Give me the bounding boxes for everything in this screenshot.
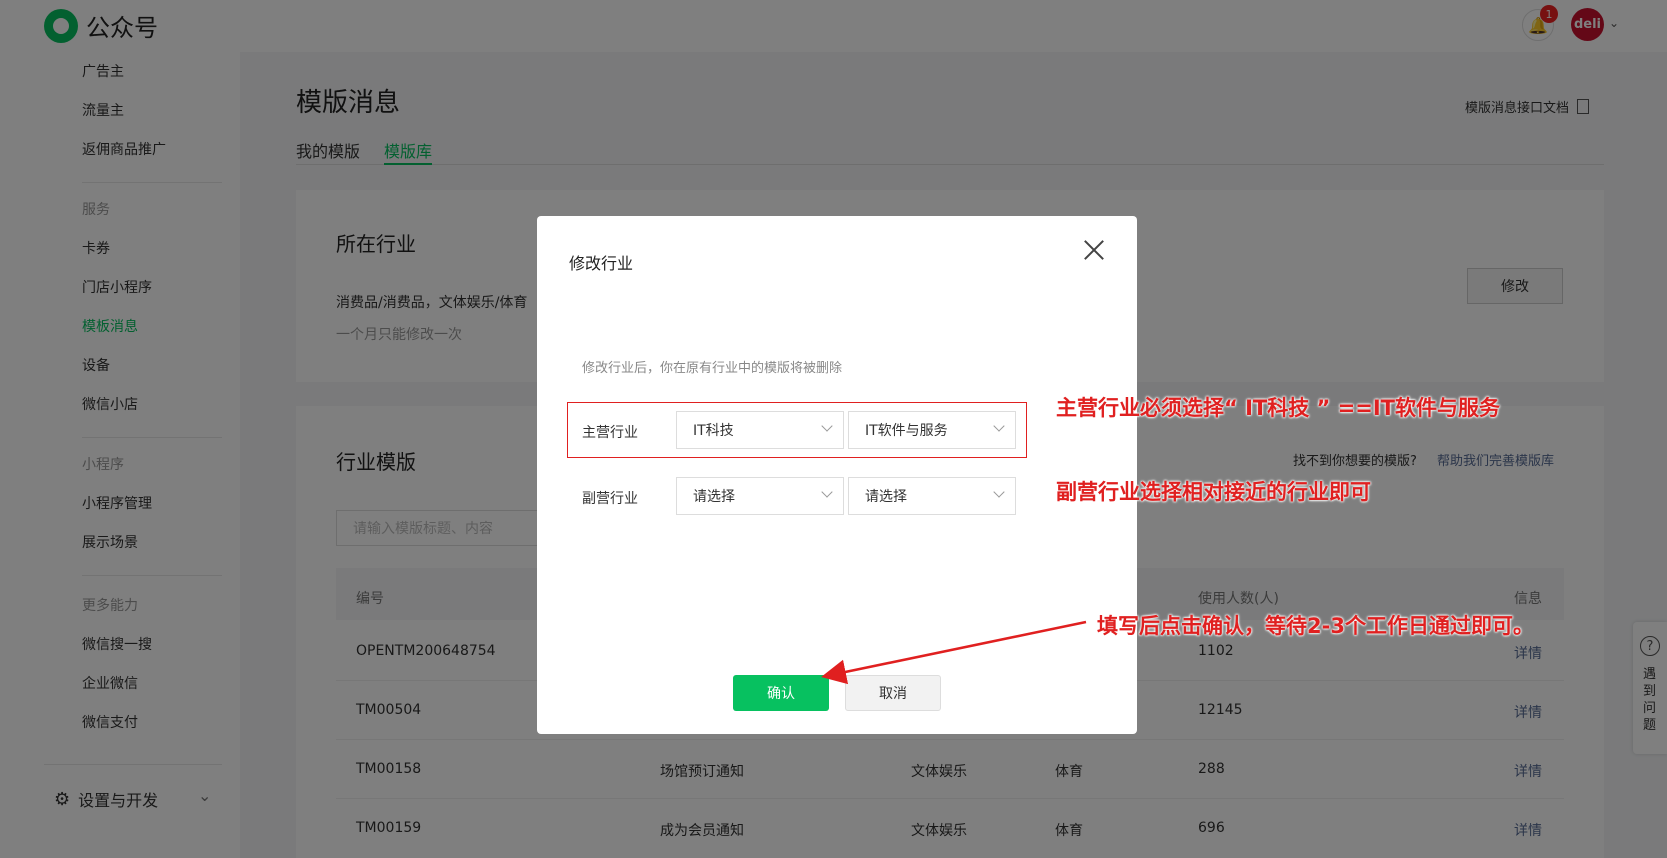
annotation-arrow — [821, 620, 1087, 685]
